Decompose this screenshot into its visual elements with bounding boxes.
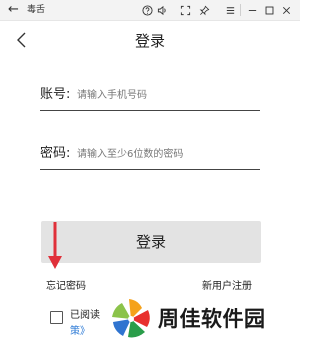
page-title: 登录 <box>134 32 165 50</box>
close-icon[interactable] <box>279 2 293 18</box>
minimize-icon[interactable] <box>245 2 259 18</box>
colorful-pinwheel-logo <box>112 299 150 338</box>
account-label: 账号: <box>40 87 71 102</box>
password-field: 密码: <box>40 139 260 170</box>
fullscreen-icon[interactable] <box>178 2 192 18</box>
login-button[interactable]: 登录 <box>41 221 261 263</box>
window-titlebar: ← 毒舌 <box>0 0 300 21</box>
account-input[interactable] <box>77 85 257 105</box>
forgot-password-link[interactable]: 忘记密码 <box>46 280 86 294</box>
agreement-read-label: 已阅读 <box>70 310 100 321</box>
agreement-checkbox[interactable] <box>50 311 63 324</box>
watermark-text: 周佳软件园 <box>158 307 266 331</box>
help-icon[interactable] <box>140 2 154 18</box>
app-title: 毒舌 <box>27 5 46 15</box>
titlebar-divider <box>240 4 241 16</box>
menu-icon[interactable] <box>223 2 237 18</box>
password-label: 密码: <box>40 146 71 161</box>
policy-link[interactable]: 策》 <box>70 325 90 339</box>
maximize-icon[interactable] <box>262 2 276 18</box>
account-field: 账号: <box>40 80 260 111</box>
back-arrow-icon[interactable]: ← <box>8 2 22 18</box>
red-arrow-icon <box>48 222 62 269</box>
pin-icon[interactable] <box>197 2 211 18</box>
password-input[interactable] <box>77 144 257 164</box>
register-link[interactable]: 新用户注册 <box>202 280 252 294</box>
volume-icon[interactable] <box>155 2 169 18</box>
